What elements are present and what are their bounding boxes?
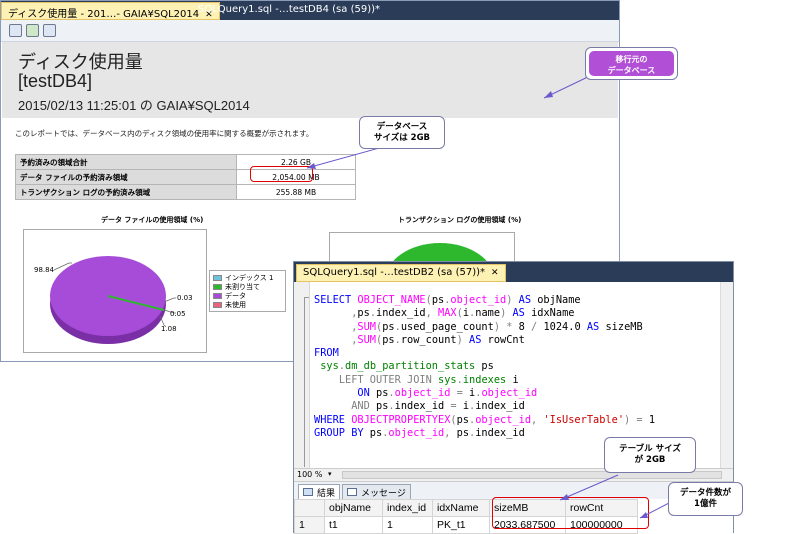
arrow-line (306, 146, 384, 169)
callout-fill: 移行元の データベース (589, 51, 674, 76)
arrow-head (560, 494, 569, 500)
arrow-line (559, 474, 619, 501)
callout-line: データ件数が (679, 488, 731, 498)
callout-line: データベース (376, 122, 428, 132)
callout-line: データベース (607, 66, 656, 75)
callout-line: が 2GB (634, 455, 666, 465)
callout-db-size: データベース サイズは 2GB (359, 116, 445, 149)
callout-table-size: テーブル サイズ が 2GB (604, 437, 696, 473)
callout-line: テーブル サイズ (619, 444, 681, 454)
arrow-head (640, 512, 648, 518)
callout-line: サイズは 2GB (373, 133, 431, 143)
callout-line: 移行元の (615, 55, 648, 64)
arrow-head (544, 91, 553, 98)
callout-line: 1億件 (694, 499, 717, 509)
arrow-head (307, 163, 316, 169)
callout-row-count: データ件数が 1億件 (668, 482, 743, 516)
callout-source-db: 移行元の データベース (585, 47, 678, 80)
